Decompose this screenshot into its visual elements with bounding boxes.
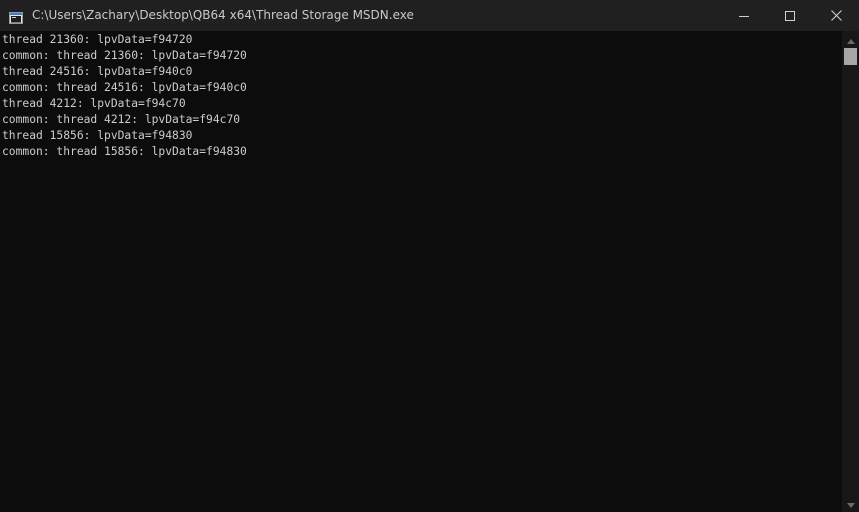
close-icon — [830, 6, 842, 25]
console-line: thread 21360: lpvData=f94720 — [2, 33, 193, 46]
scroll-down-button[interactable] — [842, 495, 859, 512]
console-window: C:\Users\Zachary\Desktop\QB64 x64\Thread… — [0, 0, 859, 512]
scroll-down-arrow-icon — [846, 494, 855, 512]
console-line: common: thread 4212: lpvData=f94c70 — [2, 113, 241, 126]
console-output[interactable]: thread 21360: lpvData=f94720 common: thr… — [0, 31, 842, 512]
console-line: thread 15856: lpvData=f94830 — [2, 129, 193, 142]
console-app-icon[interactable] — [9, 9, 23, 24]
maximize-button[interactable] — [767, 0, 813, 31]
console-line: common: thread 15856: lpvData=f94830 — [2, 145, 247, 158]
maximize-icon — [785, 6, 795, 25]
console-line: common: thread 24516: lpvData=f940c0 — [2, 81, 247, 94]
console-line: common: thread 21360: lpvData=f94720 — [2, 49, 247, 62]
minimize-icon — [739, 6, 749, 25]
scroll-thumb[interactable] — [844, 48, 857, 65]
console-line: thread 4212: lpvData=f94c70 — [2, 97, 186, 110]
scroll-up-button[interactable] — [842, 31, 859, 48]
scroll-up-arrow-icon — [846, 30, 855, 49]
title-bar[interactable]: C:\Users\Zachary\Desktop\QB64 x64\Thread… — [0, 0, 859, 31]
console-line: thread 24516: lpvData=f940c0 — [2, 65, 193, 78]
window-title: C:\Users\Zachary\Desktop\QB64 x64\Thread… — [32, 8, 414, 22]
close-button[interactable] — [813, 0, 859, 31]
minimize-button[interactable] — [721, 0, 767, 31]
console-lines: thread 21360: lpvData=f94720 common: thr… — [0, 31, 842, 160]
vertical-scrollbar[interactable] — [842, 31, 859, 512]
